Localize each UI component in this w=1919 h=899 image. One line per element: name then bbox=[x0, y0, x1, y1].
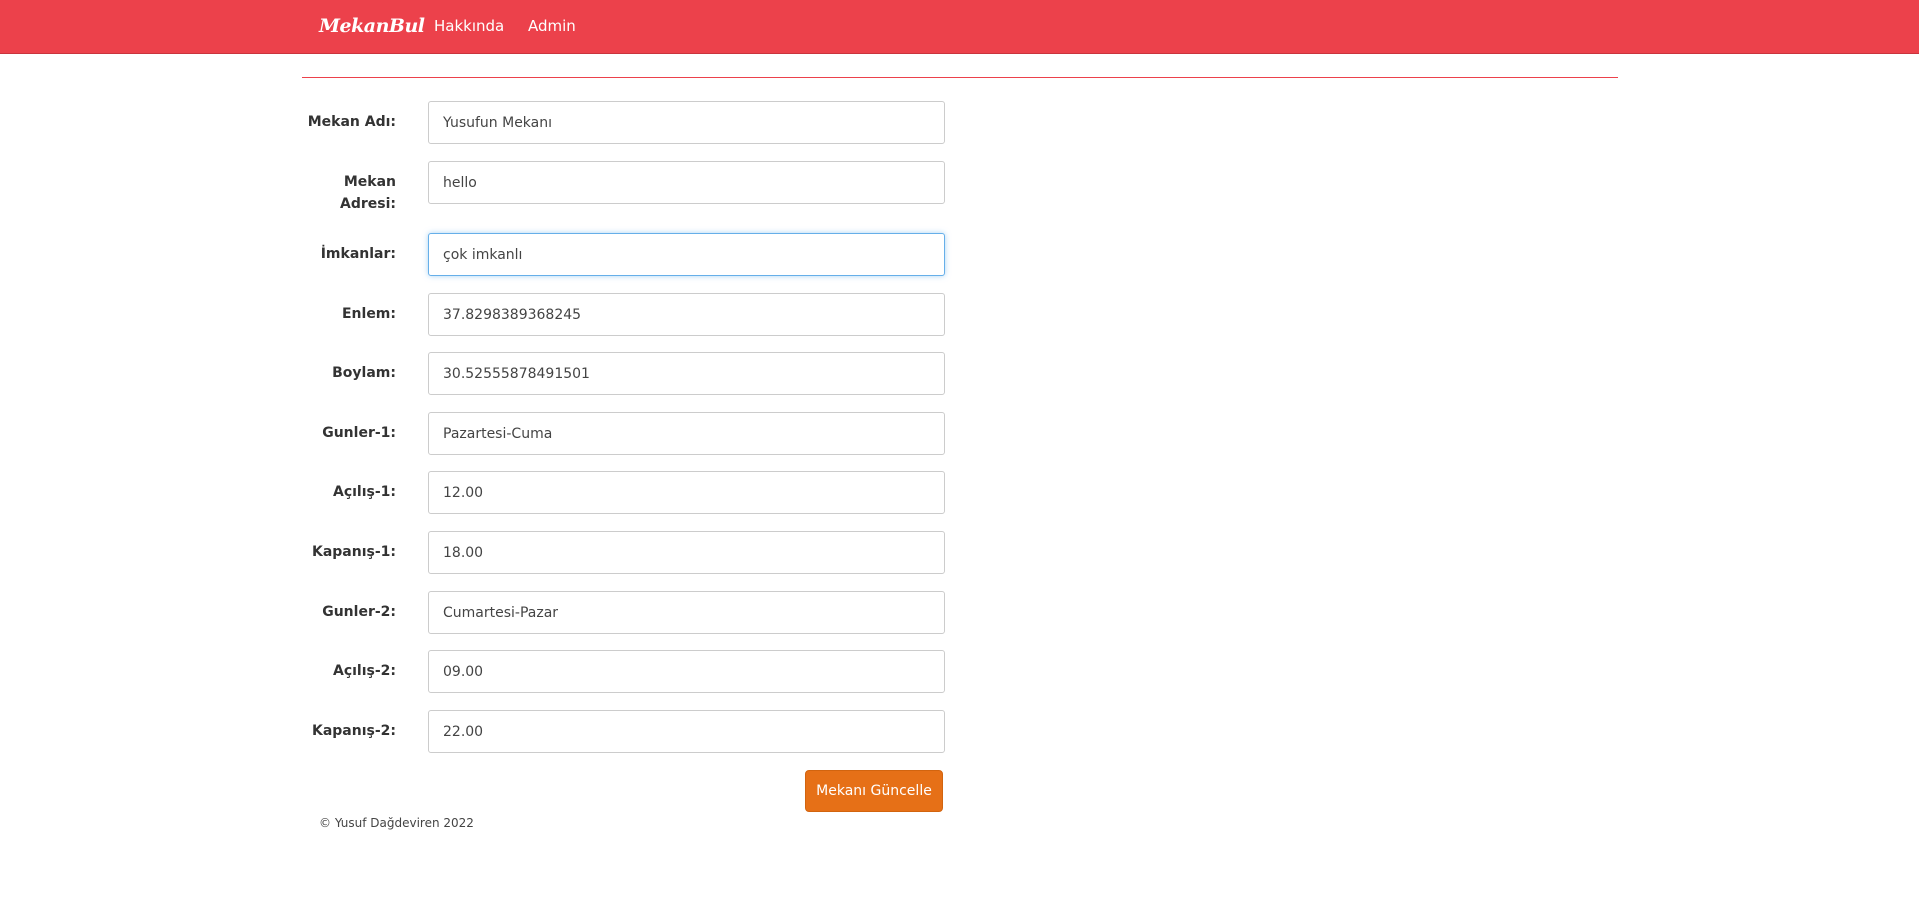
form-row-days-2: Gunler-2: bbox=[302, 591, 945, 635]
label-venue-name: Mekan Adı: bbox=[307, 114, 396, 130]
form-row-closing-2: Kapanış-2: bbox=[302, 710, 945, 754]
form-row-address: Mekan Adresi: bbox=[302, 161, 945, 212]
label-closing-2: Kapanış-2: bbox=[311, 723, 396, 739]
input-longitude[interactable] bbox=[428, 352, 945, 395]
input-venue-name[interactable] bbox=[428, 101, 945, 144]
label-latitude: Enlem: bbox=[341, 306, 396, 322]
input-venue-address[interactable] bbox=[428, 161, 945, 204]
form-row-name: Mekan Adı: bbox=[302, 101, 945, 145]
input-days-2[interactable] bbox=[428, 591, 945, 634]
label-facilities: İmkanlar: bbox=[320, 246, 396, 262]
form-row-closing-1: Kapanış-1: bbox=[302, 531, 945, 575]
input-days-1[interactable] bbox=[428, 412, 945, 455]
input-opening-1[interactable] bbox=[428, 471, 945, 514]
form-row-opening-2: Açılış-2: bbox=[302, 650, 945, 694]
form-row-latitude: Enlem: bbox=[302, 293, 945, 337]
nav-link-admin[interactable]: Admin bbox=[528, 17, 576, 35]
footer-copyright: © Yusuf Dağdeviren 2022 bbox=[319, 816, 474, 830]
input-facilities[interactable] bbox=[428, 233, 945, 276]
label-days-2: Gunler-2: bbox=[322, 604, 396, 620]
form-row-opening-1: Açılış-1: bbox=[302, 471, 945, 515]
form-row-days-1: Gunler-1: bbox=[302, 412, 945, 456]
form-row-facilities: İmkanlar: bbox=[302, 233, 945, 277]
label-days-1: Gunler-1: bbox=[322, 425, 396, 441]
label-opening-2: Açılış-2: bbox=[332, 663, 396, 679]
nav-link-about[interactable]: Hakkında bbox=[434, 17, 504, 35]
header-divider bbox=[302, 77, 1618, 78]
label-longitude: Boylam: bbox=[332, 365, 396, 381]
brand-logo[interactable]: MekanBul bbox=[319, 15, 425, 37]
label-venue-address: Mekan Adresi: bbox=[340, 174, 396, 212]
form-row-longitude: Boylam: bbox=[302, 352, 945, 396]
input-latitude[interactable] bbox=[428, 293, 945, 336]
top-navbar: MekanBul Hakkında Admin bbox=[0, 0, 1919, 54]
update-venue-button[interactable]: Mekanı Güncelle bbox=[805, 770, 943, 812]
input-closing-2[interactable] bbox=[428, 710, 945, 753]
label-closing-1: Kapanış-1: bbox=[311, 544, 396, 560]
label-opening-1: Açılış-1: bbox=[332, 484, 396, 500]
input-closing-1[interactable] bbox=[428, 531, 945, 574]
input-opening-2[interactable] bbox=[428, 650, 945, 693]
